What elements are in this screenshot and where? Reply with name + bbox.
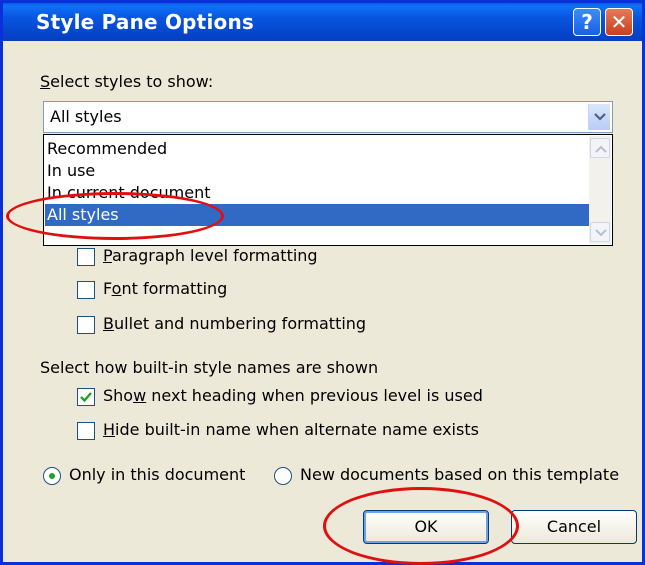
combobox-value: All styles bbox=[50, 107, 122, 126]
chevron-down-icon bbox=[594, 113, 606, 121]
close-icon: ✕ bbox=[610, 10, 628, 34]
only-this-document-radio[interactable] bbox=[43, 467, 61, 485]
styles-combobox[interactable]: All styles bbox=[43, 101, 613, 133]
style-names-heading: Select how built-in style names are show… bbox=[40, 358, 379, 377]
style-pane-options-dialog: Style Pane Options ? ✕ Select styles to … bbox=[0, 0, 645, 565]
chevron-up-icon bbox=[595, 145, 607, 153]
checkmark-icon bbox=[80, 392, 92, 403]
font-formatting-label: Font formatting bbox=[103, 279, 228, 298]
bullet-formatting-checkbox[interactable] bbox=[77, 316, 95, 334]
annotation-circle-ok bbox=[323, 487, 519, 565]
hide-builtin-name-checkbox[interactable] bbox=[77, 422, 95, 440]
help-button[interactable]: ? bbox=[573, 8, 601, 36]
dropdown-scrollbar[interactable] bbox=[589, 136, 611, 244]
select-styles-label: Select styles to show: bbox=[40, 72, 214, 91]
title-bar[interactable]: Style Pane Options ? ✕ bbox=[3, 3, 642, 41]
only-this-document-label: Only in this document bbox=[69, 465, 246, 484]
dialog-title: Style Pane Options bbox=[36, 10, 254, 34]
show-next-heading-checkbox[interactable] bbox=[77, 388, 95, 406]
new-documents-label: New documents based on this template bbox=[300, 465, 620, 484]
bullet-formatting-label: Bullet and numbering formatting bbox=[103, 314, 367, 333]
cancel-button[interactable]: Cancel bbox=[511, 510, 637, 544]
hide-builtin-name-label: Hide built-in name when alternate name e… bbox=[103, 420, 479, 439]
font-formatting-checkbox[interactable] bbox=[77, 281, 95, 299]
option-in-use[interactable]: In use bbox=[45, 160, 95, 182]
help-icon: ? bbox=[581, 10, 593, 34]
close-button[interactable]: ✕ bbox=[605, 8, 633, 36]
annotation-circle-all-styles bbox=[6, 192, 224, 240]
paragraph-formatting-checkbox[interactable] bbox=[77, 248, 95, 266]
show-next-heading-label: Show next heading when previous level is… bbox=[103, 386, 483, 405]
chevron-down-icon bbox=[595, 229, 607, 237]
option-recommended[interactable]: Recommended bbox=[45, 138, 167, 160]
paragraph-formatting-label: Paragraph level formatting bbox=[103, 246, 318, 265]
new-documents-radio[interactable] bbox=[274, 467, 292, 485]
dropdown-arrow-button[interactable] bbox=[588, 104, 610, 130]
scroll-down-button[interactable] bbox=[590, 222, 610, 242]
radio-dot bbox=[49, 473, 55, 479]
scroll-up-button[interactable] bbox=[590, 138, 610, 158]
